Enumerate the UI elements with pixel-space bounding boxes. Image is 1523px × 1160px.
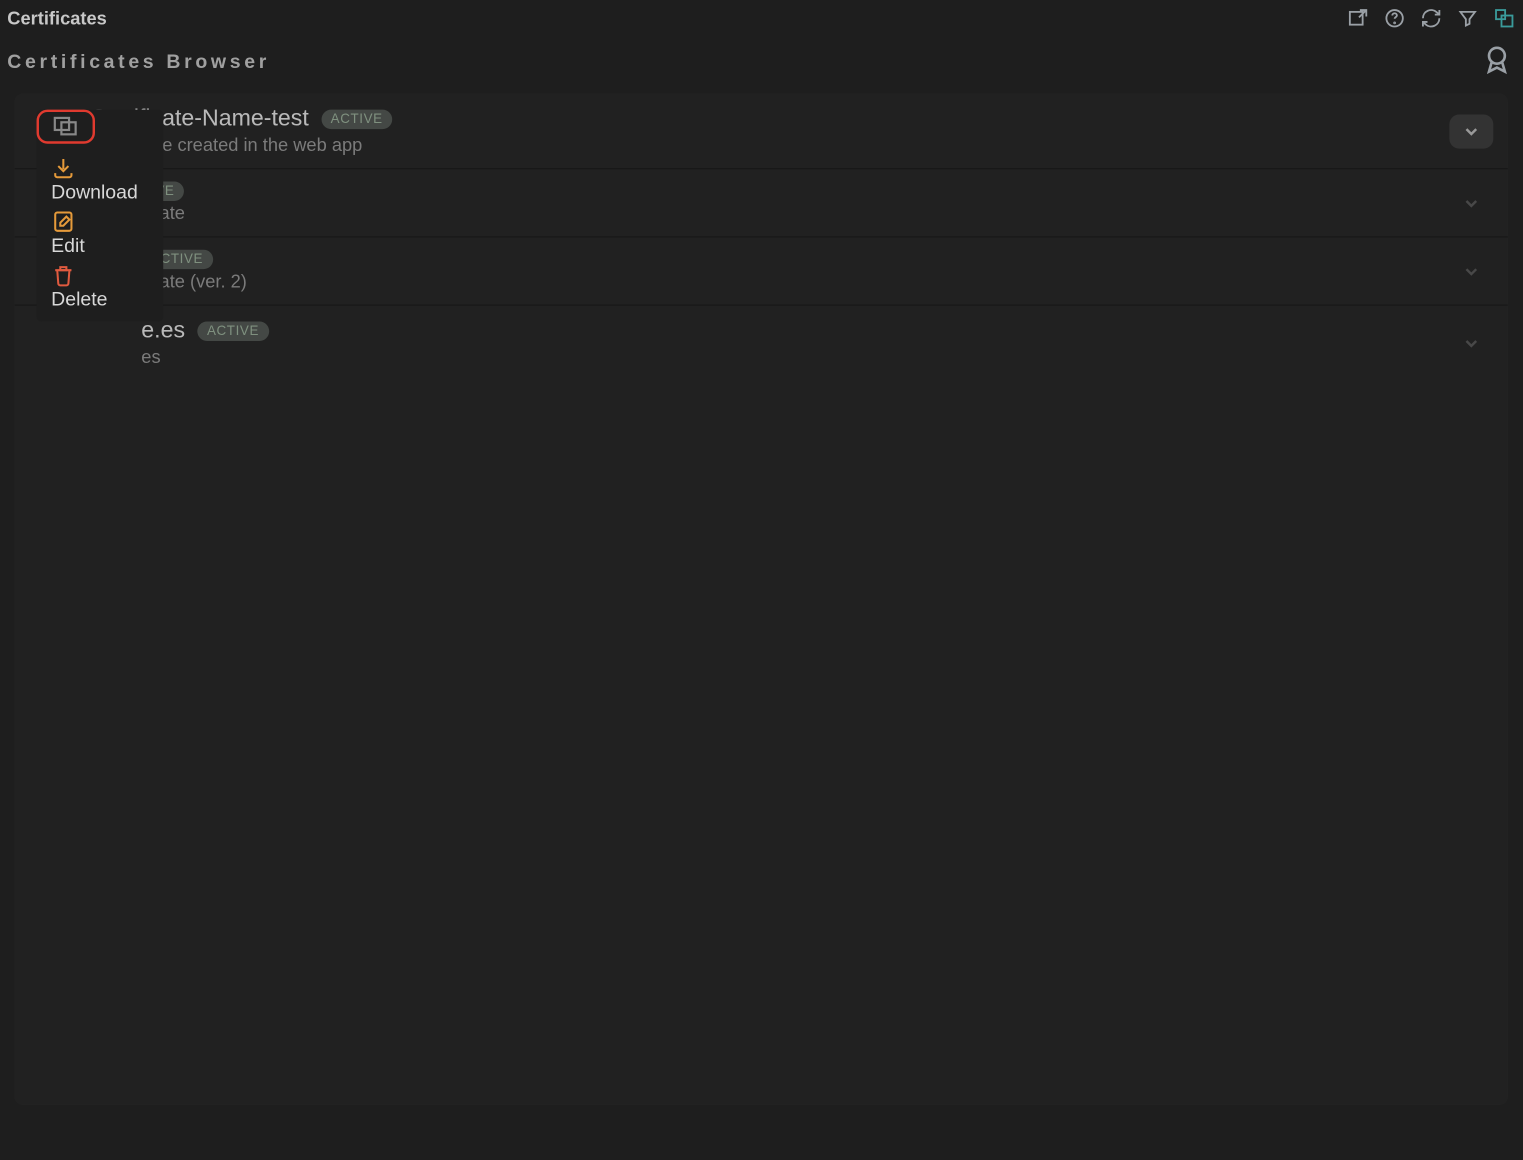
expand-button[interactable] — [1449, 326, 1493, 360]
help-icon[interactable] — [1384, 7, 1406, 29]
certificate-row[interactable]: ACTIVE ficate (ver. 2) — [15, 238, 1508, 306]
certificates-list: Certificate-Name-test ACTIVE Certificate… — [15, 94, 1508, 1105]
status-badge: ACTIVE — [197, 322, 269, 341]
certificate-row[interactable]: Certificate-Name-test ACTIVE Certificate… — [15, 94, 1508, 170]
menu-header — [37, 110, 164, 154]
edit-icon — [51, 209, 75, 233]
header: Certificates — [0, 0, 1523, 37]
menu-delete[interactable]: Delete — [37, 261, 164, 315]
browser-title: Certificates Browser — [7, 52, 270, 74]
expand-button[interactable] — [1449, 254, 1493, 288]
refresh-icon[interactable] — [1420, 7, 1442, 29]
context-menu: Download Edit Delete — [37, 110, 164, 322]
delete-icon — [51, 263, 75, 287]
menu-label: Edit — [51, 236, 148, 258]
layout-icon[interactable] — [1493, 7, 1515, 29]
copy-icon-highlight[interactable] — [37, 110, 95, 144]
menu-label: Download — [51, 183, 148, 205]
expand-button[interactable] — [1449, 186, 1493, 220]
page-title: Certificates — [7, 8, 107, 29]
certificate-description: es — [141, 347, 268, 368]
export-icon[interactable] — [1347, 7, 1369, 29]
header-toolbar — [1347, 7, 1515, 29]
expand-button[interactable] — [1449, 114, 1493, 148]
status-badge: ACTIVE — [321, 110, 393, 129]
certificate-name: e.es — [141, 318, 185, 345]
certificate-row[interactable]: IVE ficate — [15, 169, 1508, 237]
menu-edit[interactable]: Edit — [37, 207, 164, 261]
certificate-medal-icon — [1481, 44, 1513, 82]
download-icon — [51, 156, 75, 180]
certificate-row[interactable]: e.es ACTIVE es — [15, 306, 1508, 380]
subheader: Certificates Browser — [0, 37, 1523, 94]
menu-label: Delete — [51, 290, 148, 312]
certificate-icon — [29, 326, 75, 360]
filter-icon[interactable] — [1457, 7, 1479, 29]
menu-download[interactable]: Download — [37, 153, 164, 207]
